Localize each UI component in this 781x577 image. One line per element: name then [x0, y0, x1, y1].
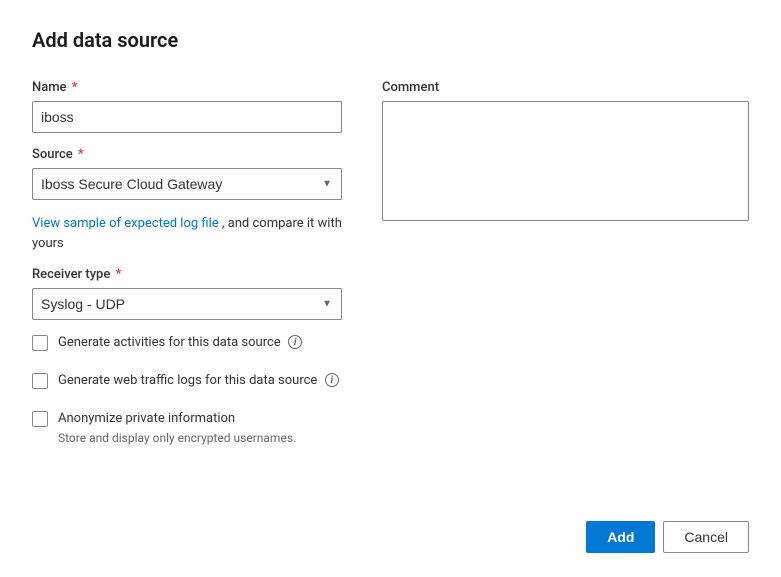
checkbox1-group: Generate activities for this data source…: [32, 334, 342, 352]
receiver-type-field-group: Receiver type * Syslog - UDP ▼: [32, 267, 342, 320]
log-file-link-container: View sample of expected log file , and c…: [32, 214, 342, 253]
checkbox2-label: Generate web traffic logs for this data …: [58, 373, 317, 388]
checkbox2-label-container: Generate web traffic logs for this data …: [58, 372, 339, 390]
checkbox3-label: Anonymize private information: [58, 410, 296, 428]
checkbox2-group: Generate web traffic logs for this data …: [32, 372, 342, 390]
name-input[interactable]: [32, 101, 342, 133]
source-required-star: *: [75, 147, 84, 162]
comment-textarea[interactable]: [382, 101, 749, 221]
generate-web-traffic-checkbox[interactable]: [32, 373, 48, 389]
anonymize-checkbox[interactable]: [32, 411, 48, 427]
checkbox1-label: Generate activities for this data source: [58, 335, 281, 350]
footer-buttons: Add Cancel: [32, 505, 749, 553]
add-data-source-dialog: Add data source Name * Source * Iboss Se…: [0, 0, 781, 577]
receiver-required-star: *: [112, 267, 121, 282]
name-label: Name *: [32, 80, 342, 95]
right-panel: Comment: [382, 80, 749, 465]
comment-field-group: Comment: [382, 80, 749, 225]
checkbox3-group: Anonymize private information Store and …: [32, 410, 342, 444]
checkboxes-section: Generate activities for this data source…: [32, 334, 342, 445]
name-field-group: Name *: [32, 80, 342, 133]
generate-web-traffic-info-icon[interactable]: i: [325, 373, 339, 387]
log-file-link[interactable]: View sample of expected log file: [32, 216, 222, 231]
checkbox1-label-container: Generate activities for this data source…: [58, 334, 302, 352]
cancel-button[interactable]: Cancel: [663, 521, 749, 553]
receiver-type-select[interactable]: Syslog - UDP: [32, 288, 342, 320]
source-field-group: Source * Iboss Secure Cloud Gateway ▼: [32, 147, 342, 200]
left-panel: Name * Source * Iboss Secure Cloud Gatew…: [32, 80, 342, 465]
source-select[interactable]: Iboss Secure Cloud Gateway: [32, 168, 342, 200]
name-required-star: *: [69, 80, 78, 95]
source-select-wrapper: Iboss Secure Cloud Gateway ▼: [32, 168, 342, 200]
checkbox3-sublabel: Store and display only encrypted usernam…: [58, 431, 296, 445]
receiver-type-label: Receiver type *: [32, 267, 342, 282]
add-button[interactable]: Add: [586, 521, 655, 553]
generate-activities-info-icon[interactable]: i: [288, 335, 302, 349]
receiver-type-select-wrapper: Syslog - UDP ▼: [32, 288, 342, 320]
checkbox3-label-container: Anonymize private information Store and …: [58, 410, 296, 444]
comment-label: Comment: [382, 80, 749, 95]
source-label: Source *: [32, 147, 342, 162]
content-layout: Name * Source * Iboss Secure Cloud Gatew…: [32, 80, 749, 465]
dialog-title: Add data source: [32, 28, 749, 52]
generate-activities-checkbox[interactable]: [32, 335, 48, 351]
